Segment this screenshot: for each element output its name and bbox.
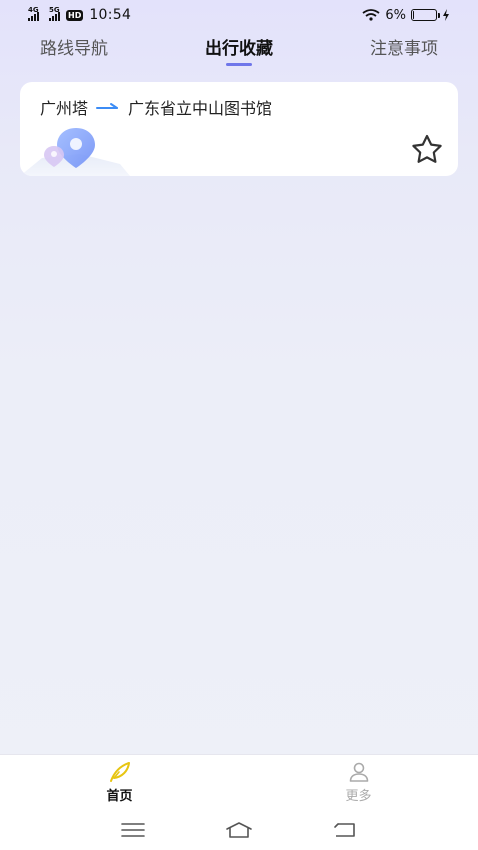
route-text: 广州塔 广东省立中山图书馆 [40,95,272,119]
signal-4g-icon: 4G [28,6,39,21]
status-left: 4G 5G HD 10:54 [28,6,132,23]
route-arrow-icon [96,103,119,109]
net2-label: 5G [49,6,60,14]
wifi-icon [362,9,380,21]
tab-travel-favorites[interactable]: 出行收藏 [205,36,273,66]
battery-icon [411,9,440,21]
status-right: 6% [362,8,450,23]
top-tabs: 路线导航 出行收藏 注意事项 [0,36,478,70]
favorite-star-button[interactable] [410,134,444,166]
route-to: 广东省立中山图书馆 [128,99,273,118]
battery-fill [413,11,414,19]
status-bar: 4G 5G HD 10:54 6% [0,0,478,30]
signal-5g-icon: 5G [49,6,60,21]
nav-more[interactable]: 更多 [299,761,419,804]
feather-home-icon [109,762,130,782]
nav-home-label: 首页 [106,789,133,804]
tab-notes[interactable]: 注意事项 [370,36,438,66]
bottom-navigation: 首页 更多 [0,754,478,810]
tab-route-navigation[interactable]: 路线导航 [40,36,108,66]
map-pin-illustration-icon [20,128,130,176]
nav-more-label: 更多 [345,789,372,804]
menu-icon[interactable] [118,820,148,840]
hd-badge: HD [66,9,84,21]
nav-home[interactable]: 首页 [60,761,180,804]
favorite-route-card[interactable]: 广州塔 广东省立中山图书馆 [20,82,458,176]
route-from: 广州塔 [40,99,89,118]
clock: 10:54 [89,7,132,23]
battery-percent: 6% [385,7,406,23]
net1-label: 4G [28,6,39,14]
charging-icon [443,9,449,21]
home-system-icon[interactable] [224,820,254,840]
system-navigation-bar [0,810,478,850]
back-icon[interactable] [330,820,360,840]
star-icon [412,134,442,163]
user-icon [349,762,368,782]
